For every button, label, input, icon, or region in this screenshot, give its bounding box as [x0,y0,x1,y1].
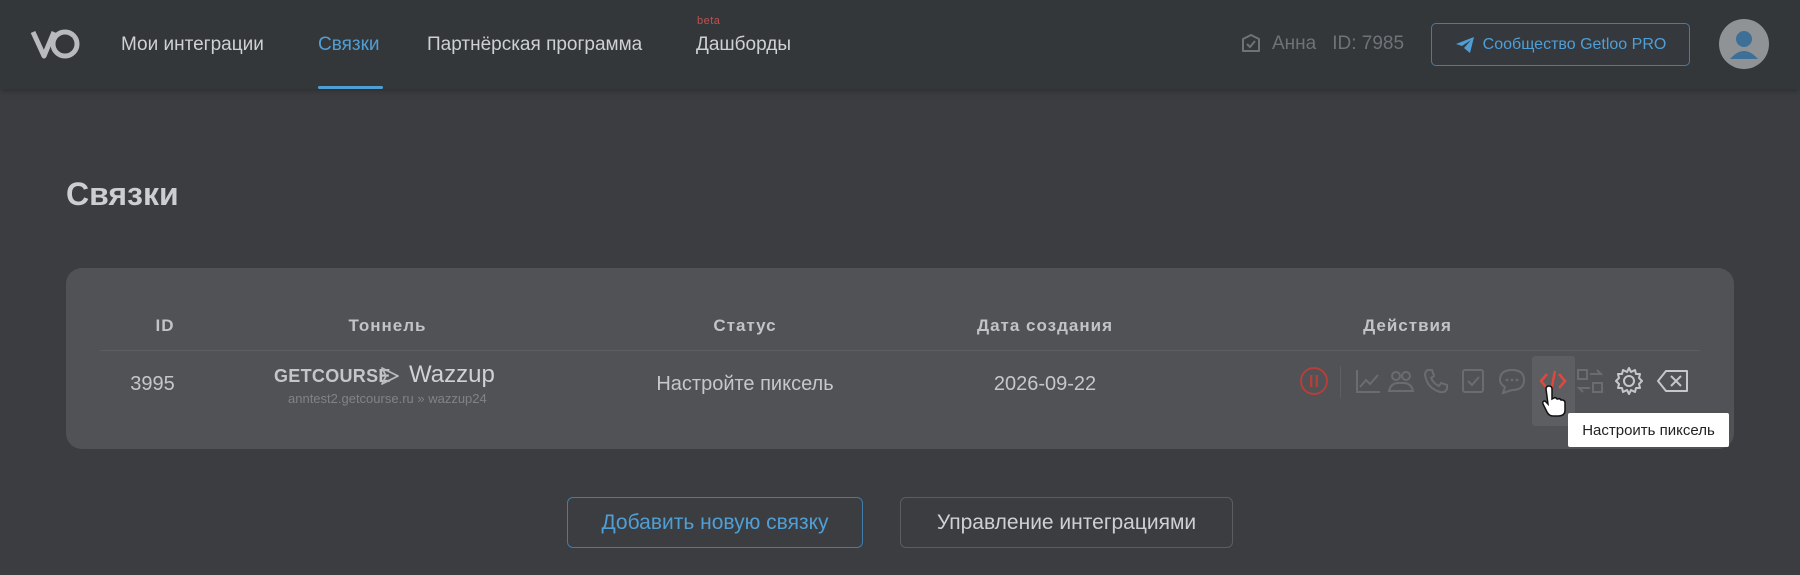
add-link-button[interactable]: Добавить новую связку [567,497,863,548]
user-info: Анна ID: 7985 [1240,31,1404,57]
verified-icon [1242,34,1260,52]
nav-active-indicator [318,86,383,89]
telegram-icon [1455,36,1474,53]
column-header-status: Статус [713,316,777,335]
chart-icon[interactable] [1353,366,1383,396]
row-tunnel: GETCOURSE Wazzup anntest2.getcourse.ru »… [274,361,502,407]
beta-badge: beta [697,15,721,27]
hand-cursor-icon [1542,385,1566,417]
column-header-actions: Действия [1363,316,1452,335]
nav-partner-program[interactable]: Партнёрская программа [427,34,642,56]
row-created-date: 2026-09-22 [993,373,1097,395]
tunnel-source: GETCOURSE [274,366,391,386]
table-header-divider [100,350,1700,351]
action-tooltip: Настроить пиксель [1568,413,1729,447]
gear-icon[interactable] [1614,366,1644,396]
tunnel-target: Wazzup [409,361,495,388]
links-table-card [66,268,1734,449]
nav-links[interactable]: Связки [318,34,380,56]
vo-logo-icon[interactable] [30,26,82,62]
nav-my-integrations[interactable]: Мои интеграции [121,34,264,56]
delete-icon[interactable] [1656,366,1690,396]
pause-icon[interactable] [1299,366,1329,396]
chat-icon[interactable] [1497,366,1527,396]
manage-integrations-button[interactable]: Управление интеграциями [900,497,1233,548]
column-header-id: ID [155,316,175,335]
top-navbar: Мои интеграции Связки Партнёрская програ… [0,0,1800,89]
phone-icon[interactable] [1421,366,1451,396]
actions-divider [1340,366,1341,398]
group-icon[interactable] [1386,366,1416,396]
community-button-label: Сообщество Getloo PRO [1482,35,1667,53]
community-button[interactable]: Сообщество Getloo PRO [1431,23,1690,66]
row-status: Настройте пиксель [656,373,834,395]
task-icon[interactable] [1458,366,1488,396]
page-title: Связки [66,176,179,212]
column-header-tunnel: Тоннель [348,316,427,335]
nav-dashboards[interactable]: Дашборды [696,34,791,56]
user-id: ID: 7985 [1332,33,1405,54]
swap-icon[interactable] [1575,366,1605,396]
column-header-created: Дата создания [976,316,1114,335]
user-avatar-icon[interactable] [1719,19,1769,69]
send-arrow-icon [381,367,399,385]
tunnel-subtitle: anntest2.getcourse.ru » wazzup24 [288,391,487,406]
row-id: 3995 [130,373,175,395]
user-name: Анна [1272,33,1317,54]
